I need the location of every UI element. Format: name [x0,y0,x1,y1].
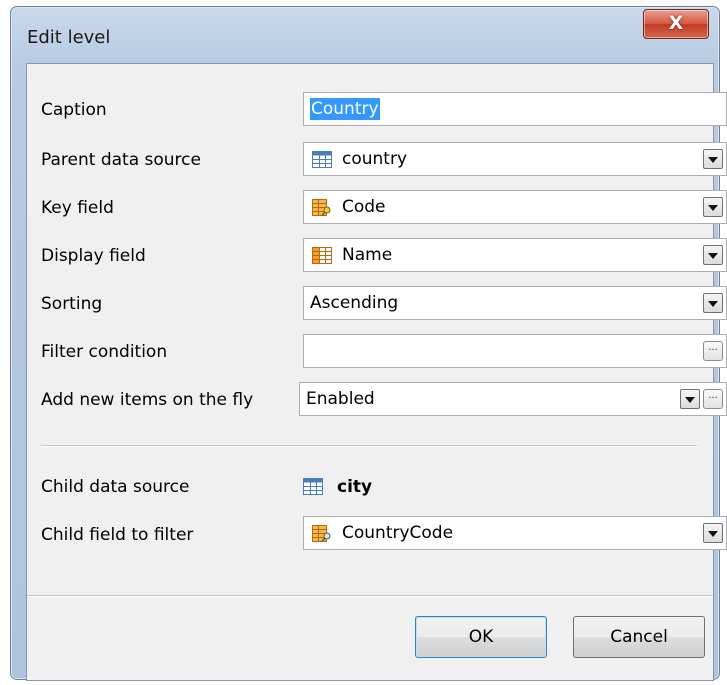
chevron-down-icon[interactable] [703,245,723,265]
key-field-icon [312,525,331,542]
footer-divider [27,595,713,597]
filter-condition-label: Filter condition [41,342,168,362]
sorting-label: Sorting [41,294,103,314]
display-field-select[interactable]: Name [303,238,727,272]
add-new-items-value: Enabled [306,389,375,409]
key-field-icon [312,199,331,216]
add-new-items-label: Add new items on the fly [41,390,254,410]
child-data-source-value: city [337,477,373,497]
ellipsis-button[interactable]: ... [703,341,723,361]
ellipsis-button[interactable]: ... [703,389,723,409]
caption-value-wrap: Country [310,93,380,125]
table-icon [312,151,332,168]
sorting-value: Ascending [310,293,399,313]
display-field-value: Name [342,245,393,265]
section-divider [41,445,697,447]
sorting-select[interactable]: Ascending [303,286,727,320]
child-field-select[interactable]: CountryCode [303,516,727,550]
parent-data-source-value: country [342,149,408,169]
child-field-value: CountryCode [342,523,454,543]
parent-data-source-label: Parent data source [41,150,201,170]
caption-label: Caption [41,100,107,120]
add-new-items-select[interactable]: Enabled ... [299,382,727,416]
chevron-down-icon[interactable] [703,197,723,217]
ok-button[interactable]: OK [415,616,547,658]
filter-condition-input[interactable]: ... [303,334,727,368]
edit-level-dialog: Edit level X Caption Country Parent data… [10,6,727,681]
close-icon: X [668,12,684,34]
chevron-down-icon[interactable] [703,523,723,543]
child-data-source-label: Child data source [41,477,190,497]
chevron-down-icon[interactable] [703,149,723,169]
field-icon [312,247,332,264]
child-field-label: Child field to filter [41,525,194,545]
dialog-body: Caption Country Parent data source count… [26,63,727,681]
key-field-label: Key field [41,198,114,218]
caption-value: Country [310,98,380,120]
table-icon [303,478,323,495]
window-title: Edit level [27,27,111,48]
chevron-down-icon[interactable] [680,389,700,409]
key-field-select[interactable]: Code [303,190,727,224]
close-button[interactable]: X [643,9,709,39]
cancel-button[interactable]: Cancel [573,616,705,658]
caption-input[interactable]: Country [303,92,727,126]
chevron-down-icon[interactable] [703,293,723,313]
display-field-label: Display field [41,246,146,266]
parent-data-source-select[interactable]: country [303,142,727,176]
key-field-value: Code [342,197,386,217]
